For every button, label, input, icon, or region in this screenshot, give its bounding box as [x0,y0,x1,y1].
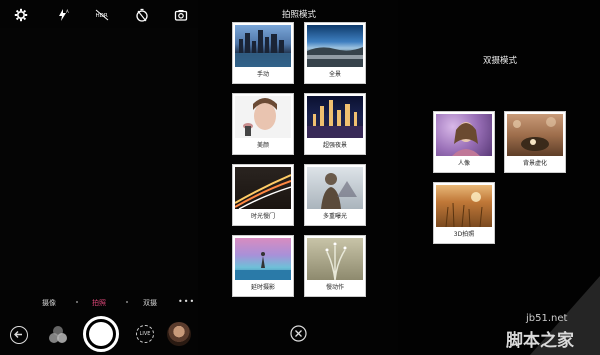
tile-label: 多重曝光 [322,213,347,220]
mode-tile-manual[interactable]: 手动 [232,22,294,84]
close-icon [290,325,307,342]
mode-tile-3d-photo[interactable]: 3D拍照 [433,182,495,244]
tile-label: 延时摄影 [250,284,275,291]
filter-circles-icon [49,326,67,343]
mode-tile-multi-exposure[interactable]: 多重曝光 [304,164,366,226]
flash-auto-icon[interactable]: A [56,8,70,22]
mode-dual[interactable]: 双摄 [143,298,157,308]
filter-button[interactable] [47,325,69,345]
mode-separator [76,301,78,303]
mode-tile-panorama[interactable]: 全景 [304,22,366,84]
photo-modes-panel [198,0,398,355]
mode-tile-beauty[interactable]: 美颜 [232,93,294,155]
mode-video[interactable]: 摄像 [42,298,56,308]
tile-label: 慢动作 [325,284,344,291]
more-options-button[interactable]: ••• [178,297,195,306]
night-city-image [307,96,363,138]
tile-label: 背景虚化 [522,160,547,167]
watermark-url: jb51.net [526,313,568,324]
viewfinder[interactable] [0,28,198,290]
close-button[interactable] [290,325,307,342]
tile-label: 超强夜景 [322,142,347,149]
camera-switch-icon[interactable] [174,8,188,22]
live-photo-button[interactable]: LIVE [136,325,154,343]
mode-separator [126,301,128,303]
arrow-left-icon [14,331,22,338]
mode-photo[interactable]: 拍照 [92,298,106,308]
camera-viewfinder-panel: A HDR 摄像 拍照 双摄 ••• LIVE [0,0,198,355]
shutter-inner [89,322,113,346]
mode-tile-background-blur[interactable]: 背景虚化 [504,111,566,173]
svg-text:A: A [66,9,69,14]
photo-modes-title: 拍照模式 [282,10,317,20]
watermark-logo: 脚本之家 [506,331,574,351]
double-exposure-image [307,167,363,209]
tile-label: 3D拍照 [453,231,475,238]
tile-label: 手动 [256,71,269,78]
woman-portrait-image [235,96,291,138]
light-trails-image [235,167,291,209]
back-button[interactable] [10,326,28,344]
mode-tile-portrait[interactable]: 人像 [433,111,495,173]
water-splash-image [307,238,363,280]
blurred-background-image [507,114,563,156]
tile-label: 全景 [328,71,341,78]
portrait-girl-image [436,114,492,156]
city-skyline-image [235,25,291,67]
panorama-landscape-image [307,25,363,67]
shutter-button[interactable] [83,316,119,352]
tile-label: 美颜 [256,142,269,149]
mode-tile-slow-motion[interactable]: 慢动作 [304,235,366,297]
timer-off-icon[interactable] [135,8,149,22]
hdr-off-icon[interactable]: HDR [95,8,109,22]
dual-modes-title: 双摄模式 [483,56,518,66]
tile-label: 人像 [457,160,470,167]
gallery-thumbnail[interactable] [167,322,191,346]
timelapse-scene-image [235,238,291,280]
gear-icon[interactable] [14,8,28,22]
3d-field-image [436,185,492,227]
mode-tile-light-trail[interactable]: 时光慢门 [232,164,294,226]
mode-tile-time-lapse[interactable]: 延时摄影 [232,235,294,297]
mode-tile-super-night[interactable]: 超强夜景 [304,93,366,155]
tile-label: 时光慢门 [250,213,275,220]
